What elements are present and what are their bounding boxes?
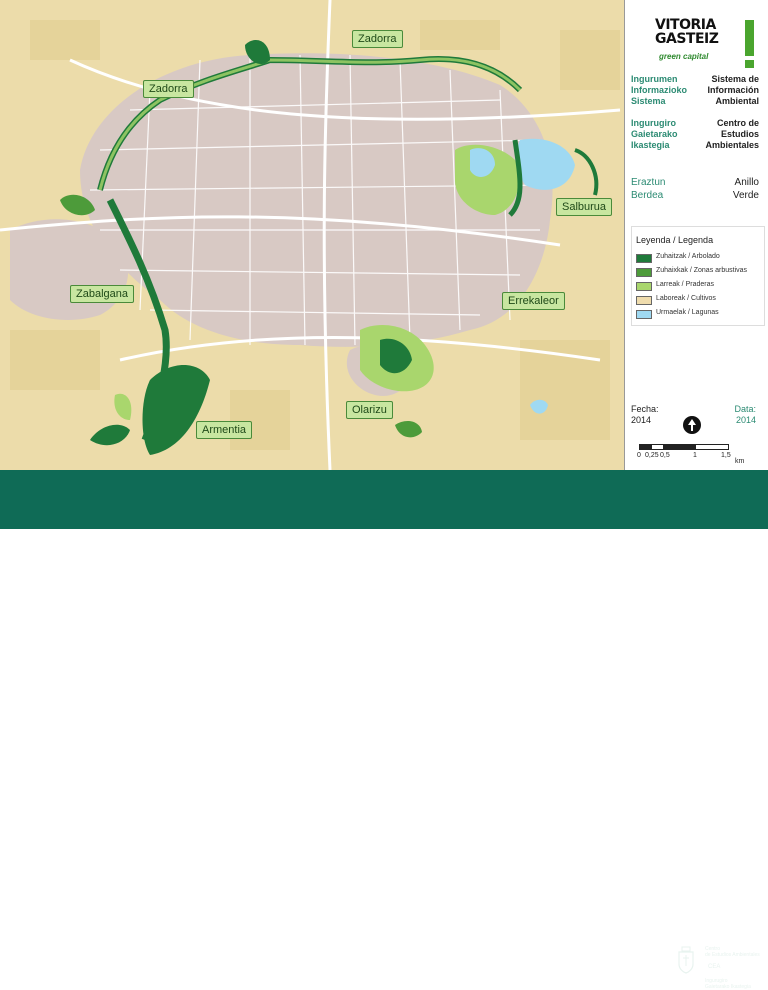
center-spanish: Centro de Estudios Ambientales [705,118,759,150]
ring-spanish-2: Verde [732,190,759,201]
info-system-block: Ingurumen Informazioko Sistema Sistema d… [631,74,759,110]
scale-tick: 0 [637,452,641,459]
fecha-block: Fecha: 2014 [631,404,659,426]
logo-tagline: green capital [659,52,709,61]
label-zadorra-west: Zadorra [143,80,194,98]
legend-label: Zuhaixkak / Zonas arbustivas [656,267,748,274]
label-salburua: Salburua [556,198,613,216]
info-system-spanish: Sistema de Información Ambiental [707,74,759,106]
legend: Leyenda / Legenda Zuhaitzak / Arbolado Z… [631,226,765,326]
legend-swatch [636,268,652,277]
label-armentia: Armentia [196,421,253,439]
scale-tick: 1 [693,452,697,459]
fecha-value: 2014 [631,415,652,425]
data-value: 2014 [735,415,756,425]
legend-label: Larreak / Praderas [656,281,714,288]
ring-basque-2: Berdea [631,190,664,201]
exclamation-dot-icon [745,60,754,68]
cea-emblem-icon [676,946,696,974]
logo-line2: GASTEIZ [655,31,719,47]
legend-title: Leyenda / Legenda [636,235,714,245]
ring-basque-1: Eraztun [631,177,666,188]
legend-swatch [636,254,652,263]
label-errekaleor: Errekaleor [502,292,565,310]
scale-tick: 0,25 [645,452,659,459]
footer-line4: Gaietarako Ikastegia [705,984,751,990]
vitoria-gasteiz-logo: VITORIA GASTEIZ green capital [655,18,755,68]
data-block: Data: 2014 [734,404,756,426]
scale-bar: 0 0,25 0,5 1 1,5 km [637,444,745,466]
legend-swatch [636,310,652,319]
side-panel: VITORIA GASTEIZ green capital Ingurumen … [625,0,768,470]
scale-tick: 0,5 [660,452,670,459]
map-canvas [0,0,624,470]
legend-label: Laboreak / Cultivos [656,295,716,302]
label-zabalgana: Zabalgana [70,285,134,303]
footer-cea: CEA [708,964,721,970]
label-zadorra-north: Zadorra [352,30,403,48]
map[interactable]: Zadorra Zadorra Salburua Zabalgana Errek… [0,0,625,470]
north-arrow-icon [683,416,701,434]
scale-tick: 1,5 [721,452,731,459]
legend-label: Urmaelak / Lagunas [656,309,719,316]
legend-label: Zuhaitzak / Arbolado [656,253,720,260]
fecha-label: Fecha: [631,404,659,414]
center-block: Ingurugiro Gaietarako Ikastegia Centro d… [631,118,759,154]
legend-swatch [636,296,652,305]
data-label: Data: [734,404,756,414]
exclamation-icon [745,20,754,56]
legend-swatch [636,282,652,291]
footer-line2: de Estudios Ambientales [705,952,760,958]
ring-spanish-1: Anillo [734,177,759,188]
label-olarizu: Olarizu [346,401,393,419]
scale-unit: km [735,458,745,465]
footer: Centro de Estudios Ambientales CEA Ingur… [0,470,768,990]
logo-line1: VITORIA [655,17,716,33]
